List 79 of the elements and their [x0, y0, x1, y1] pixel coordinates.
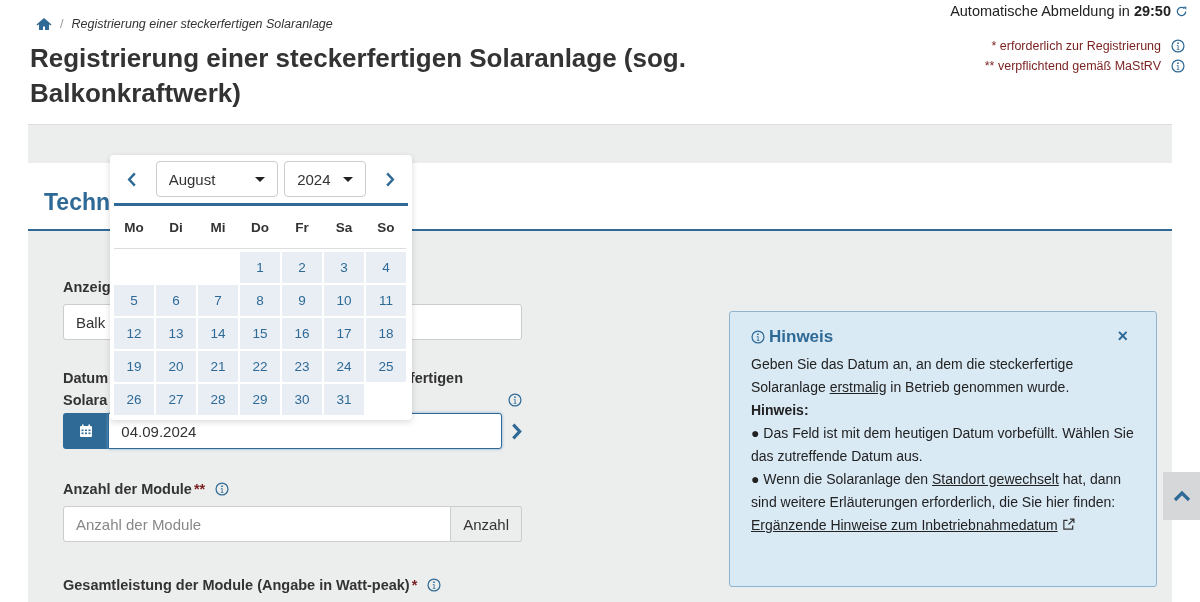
chevron-left-icon — [126, 171, 137, 187]
calendar-day[interactable]: 11 — [366, 285, 406, 316]
home-icon[interactable] — [36, 17, 52, 31]
calendar-day[interactable]: 20 — [156, 351, 196, 382]
calendar-day[interactable]: 19 — [114, 351, 154, 382]
calendar-day[interactable]: 23 — [282, 351, 322, 382]
calendar-icon — [78, 424, 93, 438]
year-select[interactable]: 2024 — [284, 161, 367, 197]
weekday-label: Di — [168, 218, 184, 237]
calendar-day[interactable]: 3 — [324, 252, 364, 283]
info-icon[interactable] — [508, 393, 522, 407]
calendar-day[interactable]: 22 — [240, 351, 280, 382]
text-link[interactable]: Ergänzende Hinweise zum Inbetriebnahmedatum — [751, 517, 1075, 533]
session-timer: Automatische Abmeldung in 29:50 — [950, 3, 1171, 19]
field-label: Datum — [63, 369, 109, 388]
calendar-day[interactable]: 29 — [240, 384, 280, 415]
calendar-day[interactable]: 27 — [156, 384, 196, 415]
hint-subheading: Hinweis: — [751, 401, 810, 420]
calendar-day[interactable]: 9 — [282, 285, 322, 316]
calendar-day[interactable]: 16 — [282, 318, 322, 349]
calendar-day[interactable]: 15 — [240, 318, 280, 349]
info-icon[interactable] — [1171, 59, 1185, 73]
text-link[interactable]: erstmalig — [829, 379, 887, 395]
calendar-day[interactable]: 17 — [324, 318, 364, 349]
calendar-day[interactable]: 5 — [114, 285, 154, 316]
legend-text: * erforderlich zur Registrierung — [991, 38, 1161, 55]
calendar-day[interactable]: 10 — [324, 285, 364, 316]
calendar-day[interactable]: 4 — [366, 252, 406, 283]
breadcrumb-separator: / — [60, 17, 64, 31]
hint-bullet-text: ● Wenn die Solaranlage den Standort gewechselt hat, dann sind weitere Erläuterungen erforderlich, die Sie hier finden: Ergänzende Hinweise zum Inbetriebnahmedatum — [751, 470, 1123, 535]
text-link[interactable]: Standort gewechselt — [932, 471, 1059, 487]
weekday-label: Sa — [334, 218, 354, 237]
hint-title: Hinweis — [769, 326, 834, 347]
info-icon[interactable] — [215, 482, 230, 496]
month-select[interactable]: August — [155, 161, 279, 197]
calendar-day[interactable]: 14 — [198, 318, 238, 349]
input-addon: Anzahl — [451, 506, 522, 542]
info-icon[interactable] — [1171, 39, 1185, 53]
number-input[interactable]: Anzahl der Module — [63, 506, 452, 542]
field-label: fertigen — [409, 369, 463, 388]
calendar-day[interactable]: 24 — [324, 351, 364, 382]
field-label: Solara — [63, 391, 108, 410]
page-title: Registrierung einer steckerfertigen Solaranlage (sog. Balkonkraftwerk) — [30, 42, 687, 110]
calendar-day[interactable]: 1 — [240, 252, 280, 283]
field-label: Gesamtleistung der Module (Angabe in Watt-peak)* — [63, 576, 418, 595]
refresh-icon[interactable] — [1175, 4, 1188, 18]
calendar-day[interactable]: 7 — [198, 285, 238, 316]
calendar-day[interactable]: 25 — [366, 351, 406, 382]
weekday-label: Fr — [294, 218, 310, 237]
weekday-label: Mi — [209, 218, 227, 237]
chevron-right-icon — [385, 171, 396, 187]
calendar-button[interactable] — [63, 413, 109, 449]
field-label: Anzahl der Module** — [63, 480, 206, 499]
chevron-up-icon — [1172, 490, 1191, 502]
legend-text: ** verpflichtend gemäß MaStRV — [984, 58, 1161, 75]
calendar-day[interactable]: 8 — [240, 285, 280, 316]
calendar-day[interactable]: 2 — [282, 252, 322, 283]
info-icon[interactable] — [427, 578, 442, 592]
calendar-day[interactable]: 13 — [156, 318, 196, 349]
calendar-day[interactable]: 12 — [114, 318, 154, 349]
calendar-day[interactable]: 21 — [198, 351, 238, 382]
calendar-day[interactable]: 30 — [282, 384, 322, 415]
weekday-label: So — [376, 218, 396, 237]
weekday-label: Do — [250, 218, 270, 237]
calendar-day[interactable]: 6 — [156, 285, 196, 316]
chevron-right-icon[interactable] — [511, 422, 522, 440]
close-button[interactable]: × — [1111, 326, 1134, 347]
calendar-day[interactable]: 31 — [324, 384, 364, 415]
calendar-day[interactable]: 18 — [366, 318, 406, 349]
weekday-label: Mo — [123, 218, 145, 237]
field-label: Anzeig — [63, 279, 112, 295]
scroll-top-button[interactable] — [1163, 472, 1200, 520]
breadcrumb-item: Registrierung einer steckerfertigen Solaranlage — [71, 17, 333, 31]
calendar-day[interactable]: 26 — [114, 384, 154, 415]
hint-text: Geben Sie das Datum an, an dem die steckerfertige Solaranlage erstmalig in Betrieb genommen wurde. — [751, 355, 1075, 397]
calendar-day[interactable]: 28 — [198, 384, 238, 415]
hint-bullet-text: ● Das Feld ist mit dem heutigen Datum vorbefüllt. Wählen Sie das zutreffende Datum aus. — [751, 424, 1134, 466]
info-icon[interactable] — [751, 329, 765, 344]
section-title: Techn — [44, 189, 112, 216]
